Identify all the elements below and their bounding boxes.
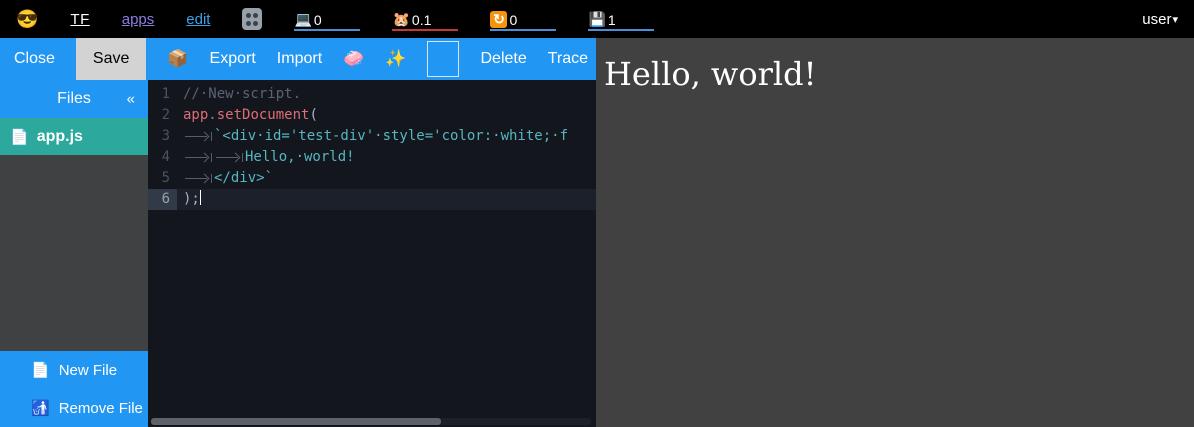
code-token: . — [208, 107, 216, 123]
nav-link-edit[interactable]: edit — [186, 11, 210, 28]
files-sidebar: Files « 📄 app.js 📄 New File 🚮 Remove Fil… — [0, 80, 148, 427]
code-text: `<div·id='test-div'·style='color:·white;… — [177, 126, 596, 147]
file-item-label: app.js — [37, 128, 83, 146]
user-menu[interactable]: user ▾ — [1142, 11, 1178, 28]
tab-whitespace-icon — [183, 126, 214, 147]
sparkles-icon[interactable]: ✨ — [385, 49, 406, 69]
brand-link[interactable]: TF — [70, 11, 89, 28]
hamster-counter-field[interactable]: 🐹 0.1 — [392, 7, 458, 31]
editor-application: Close Save 📦 Export Import 🧼 ✨ Delete Tr… — [0, 38, 596, 427]
file-list-empty-area — [0, 155, 148, 351]
editor-toolbar: Close Save 📦 Export Import 🧼 ✨ Delete Tr… — [0, 38, 596, 80]
tab-whitespace-icon — [183, 147, 214, 168]
laptop-counter-field[interactable]: 💻 0 — [294, 7, 360, 31]
preview-pane: Hello, world! — [596, 38, 1194, 427]
empty-box-button[interactable] — [427, 41, 459, 77]
floppy-counter-field[interactable]: 💾 1 — [588, 7, 654, 31]
code-text: </div>` — [177, 168, 596, 189]
floppy-counter-value: 1 — [608, 12, 616, 28]
import-button[interactable]: Import — [277, 50, 322, 68]
export-button[interactable]: Export — [210, 50, 256, 68]
line-number: 6 — [148, 189, 177, 210]
code-token: ( — [309, 107, 317, 123]
code-text: Hello,·world! — [177, 147, 596, 168]
hamster-counter-value: 0.1 — [412, 12, 431, 28]
code-line: 2app.setDocument( — [148, 105, 596, 126]
remove-file-label: Remove File — [59, 400, 143, 417]
new-file-icon: 📄 — [31, 361, 50, 379]
package-icon[interactable]: 📦 — [167, 49, 188, 69]
save-button[interactable]: Save — [76, 38, 146, 80]
line-number: 2 — [148, 105, 177, 126]
code-editor[interactable]: 1//·New·script.2app.setDocument(3`<div·i… — [148, 80, 596, 427]
hamster-icon: 🐹 — [392, 11, 409, 28]
delete-button[interactable]: Delete — [480, 50, 526, 68]
code-text: //·New·script. — [177, 84, 596, 105]
trace-button[interactable]: Trace — [548, 50, 588, 68]
scrollbar-thumb[interactable] — [151, 418, 441, 425]
nav-link-apps[interactable]: apps — [122, 11, 155, 28]
tab-whitespace-icon — [214, 147, 245, 168]
code-token: app — [183, 107, 208, 123]
code-token: setDocument — [217, 107, 310, 123]
code-token: </div>` — [214, 170, 273, 186]
code-token: ); — [183, 191, 200, 207]
refresh-counter-field[interactable]: ↻ 0 — [490, 7, 556, 31]
code-line: 1 //·New·script. — [148, 84, 596, 105]
text-cursor — [200, 190, 201, 205]
preview-heading: Hello, world! — [604, 55, 1194, 93]
line-number: 1 — [148, 84, 177, 105]
sunglasses-emoji-icon: 😎 — [16, 10, 38, 28]
collapse-sidebar-button[interactable]: « — [127, 91, 135, 108]
remove-file-button[interactable]: 🚮 Remove File — [0, 389, 148, 427]
code-line: 6); — [148, 189, 596, 210]
remove-file-icon: 🚮 — [31, 399, 50, 417]
refresh-icon: ↻ — [490, 11, 507, 28]
code-line: 3 `<div·id='test-div'·style='color:·white… — [148, 126, 596, 147]
chevron-down-icon: ▾ — [1172, 13, 1178, 26]
horizontal-scrollbar — [151, 418, 591, 425]
close-button[interactable]: Close — [14, 50, 55, 68]
refresh-counter-value: 0 — [509, 12, 517, 28]
code-text: app.setDocument( — [177, 105, 596, 126]
line-number: 4 — [148, 147, 177, 168]
soap-icon[interactable]: 🧼 — [343, 49, 364, 69]
sidebar-footer: 📄 New File 🚮 Remove File — [0, 351, 148, 427]
line-number: 5 — [148, 168, 177, 189]
new-file-label: New File — [59, 362, 117, 379]
file-icon: 📄 — [10, 128, 29, 146]
code-text: ); — [177, 189, 596, 210]
line-number: 3 — [148, 126, 177, 147]
code-line: 5 </div>` — [148, 168, 596, 189]
files-header: Files « — [0, 80, 148, 118]
laptop-icon: 💻 — [294, 11, 311, 28]
floppy-icon: 💾 — [588, 11, 605, 28]
editor-content: Files « 📄 app.js 📄 New File 🚮 Remove Fil… — [0, 80, 596, 427]
laptop-counter-value: 0 — [314, 12, 322, 28]
code-line: 4 Hello,·world! — [148, 147, 596, 168]
files-header-title: Files — [57, 90, 91, 108]
tab-whitespace-icon — [183, 168, 214, 189]
code-token: Hello,·world! — [245, 149, 355, 165]
new-file-button[interactable]: 📄 New File — [0, 351, 148, 389]
grid-dots-icon[interactable] — [242, 8, 262, 30]
code-token: `<div·id='test-div'·style='color:·white;… — [214, 128, 568, 144]
file-item-appjs[interactable]: 📄 app.js — [0, 118, 148, 155]
user-menu-label: user — [1142, 11, 1171, 28]
code-token: //·New·script. — [183, 86, 301, 102]
code-lines: 1//·New·script.2app.setDocument(3`<div·i… — [148, 80, 596, 210]
top-bar: 😎 TF apps edit 💻 0 🐹 0.1 ↻ 0 💾 1 user ▾ — [0, 0, 1194, 38]
